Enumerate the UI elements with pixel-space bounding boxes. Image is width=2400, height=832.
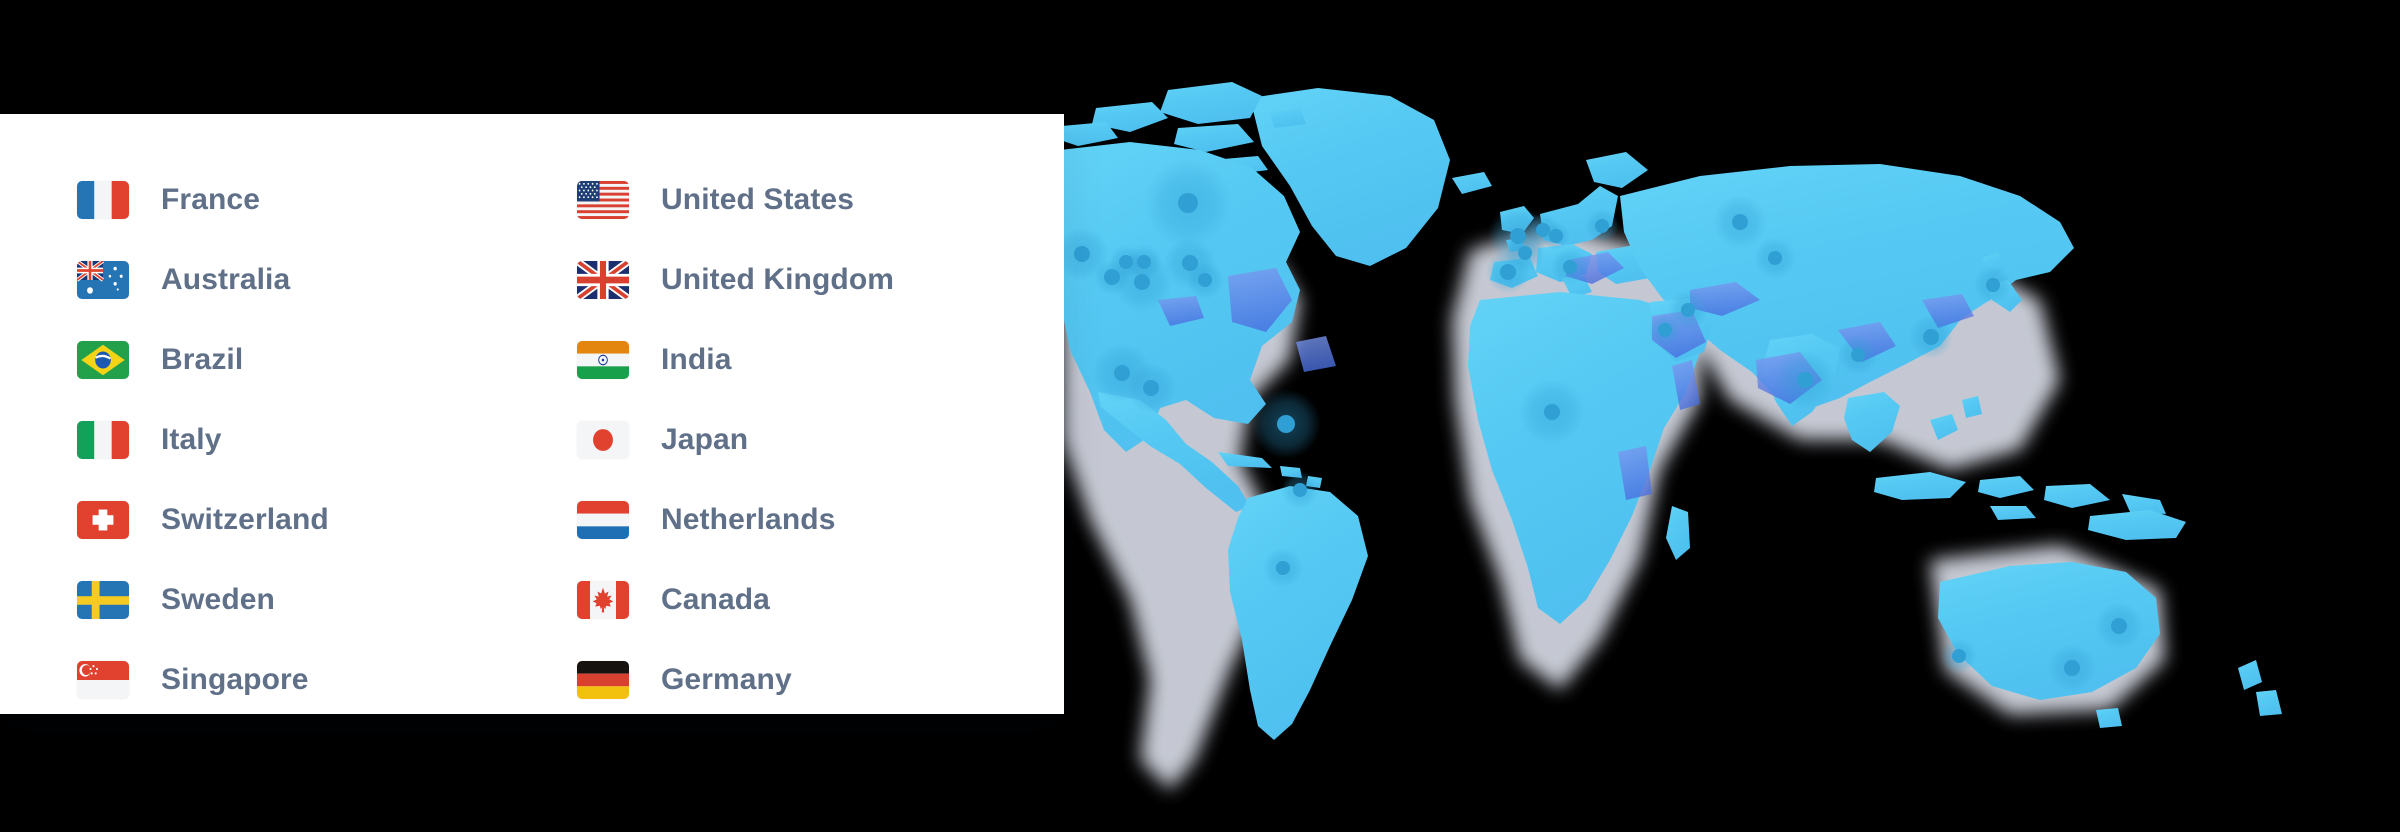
map-marker-dot[interactable] bbox=[1595, 219, 1609, 233]
global-coverage-screen: North America - Central Canada North Amer… bbox=[0, 0, 2400, 832]
map-marker[interactable]: Asia - India bbox=[1775, 350, 1835, 410]
country-label: France bbox=[161, 183, 260, 216]
map-marker-dot[interactable] bbox=[1277, 415, 1295, 433]
country-item-germany[interactable]: Germany bbox=[530, 640, 1064, 720]
map-marker[interactable]: Europe - Iberia bbox=[1486, 250, 1530, 294]
flag-canada-icon bbox=[577, 581, 629, 619]
map-marker-dot[interactable] bbox=[1198, 273, 1212, 287]
map-marker[interactable]: Asia - Eastern China bbox=[1909, 315, 1953, 359]
map-marker-dot[interactable] bbox=[1143, 380, 1159, 396]
map-marker[interactable]: Europe - Italy bbox=[1551, 248, 1589, 286]
map-marker[interactable]: North America - Central Canada bbox=[1144, 159, 1232, 247]
flag-india-icon bbox=[577, 341, 629, 379]
country-item-japan[interactable]: Japan bbox=[530, 400, 1064, 480]
map-marker-dot[interactable] bbox=[1851, 348, 1865, 362]
map-marker-dot[interactable] bbox=[2064, 660, 2080, 676]
map-marker[interactable]: Middle East - Arabia bbox=[1649, 314, 1681, 346]
map-marker-dot[interactable] bbox=[1952, 649, 1966, 663]
map-marker[interactable]: North America - Northeast bbox=[1186, 261, 1224, 299]
map-marker[interactable]: North America - Gulf Coast bbox=[1126, 363, 1176, 413]
map-marker-dot[interactable] bbox=[1563, 260, 1577, 274]
map-marker-dot[interactable] bbox=[1104, 269, 1120, 285]
country-label: Singapore bbox=[161, 663, 309, 696]
map-marker[interactable]: Oceania - Southwest Australia bbox=[1941, 638, 1977, 674]
map-marker-dot[interactable] bbox=[1276, 561, 1290, 575]
country-label: Sweden bbox=[161, 583, 275, 616]
map-marker-dot[interactable] bbox=[1114, 365, 1130, 381]
country-label: Switzerland bbox=[161, 503, 329, 536]
flag-sweden-icon bbox=[77, 581, 129, 619]
map-marker[interactable]: Africa - West Africa bbox=[1519, 379, 1585, 445]
map-marker-dot[interactable] bbox=[1549, 229, 1563, 243]
flag-australia-icon bbox=[77, 261, 129, 299]
map-marker[interactable]: Europe - Germany bbox=[1542, 222, 1570, 250]
country-label: Brazil bbox=[161, 343, 244, 376]
map-marker[interactable]: Asia - Southeast China bbox=[1838, 335, 1878, 375]
map-marker-dot[interactable] bbox=[1658, 323, 1672, 337]
map-marker-dot[interactable] bbox=[1797, 372, 1813, 388]
flag-switzerland-icon bbox=[77, 501, 129, 539]
map-marker-dot[interactable] bbox=[1768, 251, 1782, 265]
country-label: United Kingdom bbox=[661, 263, 895, 296]
flag-germany-icon bbox=[577, 661, 629, 699]
country-list-panel: France United States Australia United Kingd… bbox=[0, 114, 1064, 714]
map-marker-dot[interactable] bbox=[1074, 246, 1090, 262]
country-label: Japan bbox=[661, 423, 749, 456]
map-marker-dot[interactable] bbox=[1681, 303, 1695, 317]
flag-france-icon bbox=[77, 181, 129, 219]
flag-united-kingdom-icon bbox=[577, 261, 629, 299]
flag-italy-icon bbox=[77, 421, 129, 459]
flag-brazil-icon bbox=[77, 341, 129, 379]
map-marker[interactable]: Oceania - Eastern Australia bbox=[2095, 602, 2143, 650]
country-item-united-kingdom[interactable]: United Kingdom bbox=[530, 240, 1064, 320]
country-item-italy[interactable]: Italy bbox=[0, 400, 530, 480]
map-marker-dot[interactable] bbox=[1293, 483, 1307, 497]
country-label: Germany bbox=[661, 663, 792, 696]
country-item-india[interactable]: India bbox=[530, 320, 1064, 400]
flag-netherlands-icon bbox=[577, 501, 629, 539]
country-label: Netherlands bbox=[661, 503, 836, 536]
country-item-australia[interactable]: Australia bbox=[0, 240, 530, 320]
flag-united-states-icon bbox=[577, 181, 629, 219]
country-label: United States bbox=[661, 183, 855, 216]
map-marker[interactable]: Asia - Japan bbox=[1974, 266, 2012, 304]
map-marker[interactable]: South America - Argentina bbox=[1263, 548, 1303, 588]
country-label: Italy bbox=[161, 423, 222, 456]
landmass-tasmania bbox=[2096, 708, 2122, 728]
country-label: Australia bbox=[161, 263, 291, 296]
country-label: Canada bbox=[661, 583, 770, 616]
map-marker[interactable]: South America - Brazil bbox=[1251, 389, 1321, 459]
map-marker-dot[interactable] bbox=[1544, 404, 1560, 420]
map-marker-dot[interactable] bbox=[1986, 278, 2000, 292]
country-item-switzerland[interactable]: Switzerland bbox=[0, 480, 530, 560]
map-marker[interactable]: Europe - Russia West bbox=[1713, 195, 1767, 249]
map-marker-dot[interactable] bbox=[1178, 193, 1198, 213]
map-marker[interactable]: Asia - Central Russia bbox=[1754, 237, 1796, 279]
country-grid: France United States Australia United Kingd… bbox=[0, 160, 1064, 720]
map-marker[interactable]: Oceania - Southeast Australia bbox=[2048, 644, 2096, 692]
map-marker-dot[interactable] bbox=[1923, 329, 1939, 345]
map-marker[interactable]: Europe - Sweden bbox=[1585, 209, 1619, 243]
flag-singapore-icon bbox=[77, 661, 129, 699]
country-item-sweden[interactable]: Sweden bbox=[0, 560, 530, 640]
country-item-united-states[interactable]: United States bbox=[530, 160, 1064, 240]
country-item-singapore[interactable]: Singapore bbox=[0, 640, 530, 720]
country-item-netherlands[interactable]: Netherlands bbox=[530, 480, 1064, 560]
map-marker[interactable]: South America - Southern Brazil bbox=[1281, 471, 1319, 509]
map-marker-dot[interactable] bbox=[2111, 618, 2127, 634]
flag-japan-icon bbox=[577, 421, 629, 459]
country-item-france[interactable]: France bbox=[0, 160, 530, 240]
country-label: India bbox=[661, 343, 732, 376]
country-item-canada[interactable]: Canada bbox=[530, 560, 1064, 640]
map-marker-dot[interactable] bbox=[1500, 264, 1516, 280]
country-item-brazil[interactable]: Brazil bbox=[0, 320, 530, 400]
map-marker[interactable]: North America - Great Plains bbox=[1094, 259, 1130, 295]
map-marker-dot[interactable] bbox=[1134, 274, 1150, 290]
map-marker-dot[interactable] bbox=[1732, 214, 1748, 230]
